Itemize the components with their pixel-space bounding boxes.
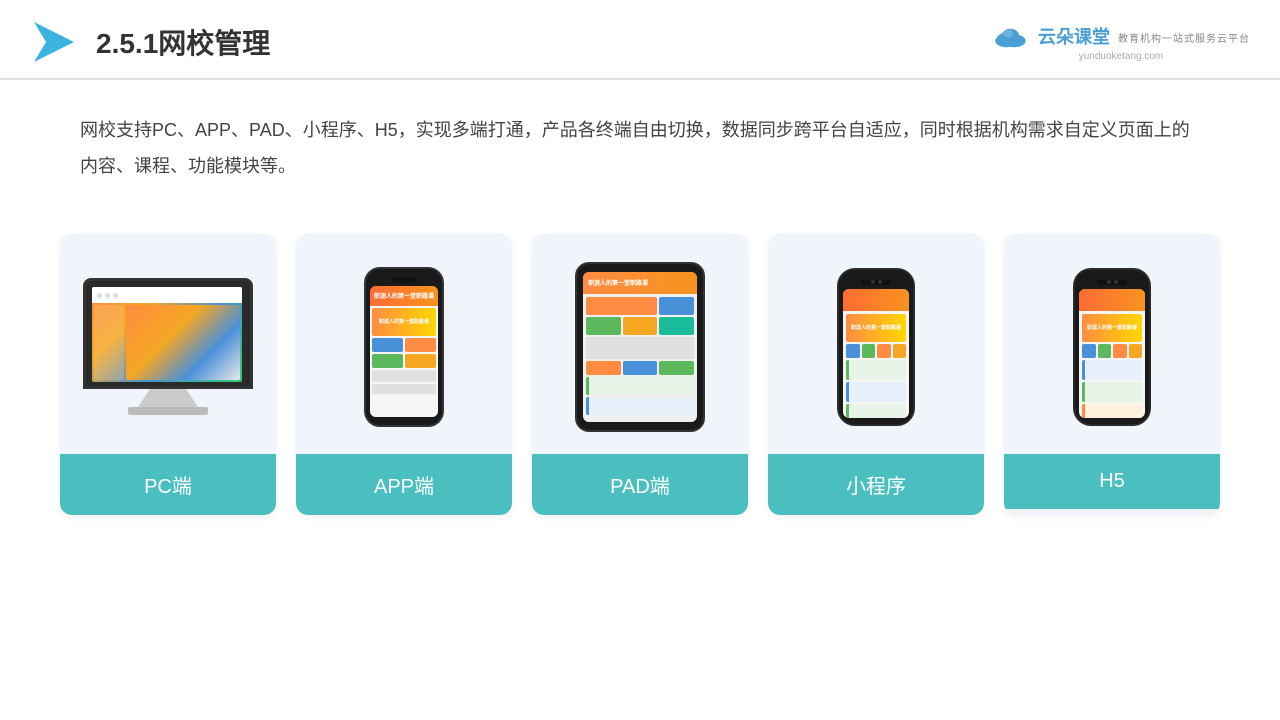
- card-miniprogram: 职涯人的第一堂职路课 小程序: [768, 234, 984, 515]
- miniprogram-phone: 职涯人的第一堂职路课: [837, 268, 915, 426]
- description-text: 网校支持PC、APP、PAD、小程序、H5，实现多端打通，产品各终端自由切换，数…: [0, 80, 1280, 204]
- brand-logo: 云朵课堂 教育机构一站式服务云平台: [992, 22, 1250, 50]
- card-pad: 职涯人的第一堂职路课: [532, 234, 748, 515]
- page-title: 2.5.1网校管理: [96, 22, 270, 62]
- card-app-image: 职涯人的第一堂职路课 职涯人的第一堂职能课: [296, 234, 512, 454]
- cards-container: PC端 职涯人的第一堂职路课 职涯人的第一堂职能课: [0, 214, 1280, 545]
- card-h5-image: 职涯人的第一堂职路课: [1004, 234, 1220, 454]
- card-pad-label: PAD端: [532, 454, 748, 515]
- card-miniprogram-image: 职涯人的第一堂职路课: [768, 234, 984, 454]
- card-pc-image: [60, 234, 276, 454]
- header-left: 2.5.1网校管理: [30, 18, 270, 66]
- card-pc: PC端: [60, 234, 276, 515]
- card-app: 职涯人的第一堂职路课 职涯人的第一堂职能课: [296, 234, 512, 515]
- brand-url: yunduoketang.com: [1079, 51, 1164, 62]
- card-app-label: APP端: [296, 454, 512, 515]
- pc-monitor: [83, 278, 253, 415]
- card-miniprogram-label: 小程序: [768, 454, 984, 515]
- description-content: 网校支持PC、APP、PAD、小程序、H5，实现多端打通，产品各终端自由切换，数…: [80, 120, 1190, 176]
- app-phone: 职涯人的第一堂职路课 职涯人的第一堂职能课: [364, 267, 444, 427]
- cloud-icon: [992, 22, 1032, 50]
- brand-name: 云朵课堂: [1038, 23, 1110, 49]
- card-h5-label: H5: [1004, 454, 1220, 509]
- card-pc-label: PC端: [60, 454, 276, 515]
- card-pad-image: 职涯人的第一堂职路课: [532, 234, 748, 454]
- card-h5: 职涯人的第一堂职路课 H5: [1004, 234, 1220, 515]
- pad-tablet: 职涯人的第一堂职路课: [575, 262, 705, 432]
- brand-section: 云朵课堂 教育机构一站式服务云平台 yunduoketang.com: [992, 22, 1250, 62]
- logo-arrow-icon: [30, 18, 78, 66]
- h5-phone: 职涯人的第一堂职路课: [1073, 268, 1151, 426]
- brand-tagline: 教育机构一站式服务云平台: [1118, 30, 1250, 45]
- header: 2.5.1网校管理 云朵课堂 教育机构一站式服务云平台 yunduoketang…: [0, 0, 1280, 80]
